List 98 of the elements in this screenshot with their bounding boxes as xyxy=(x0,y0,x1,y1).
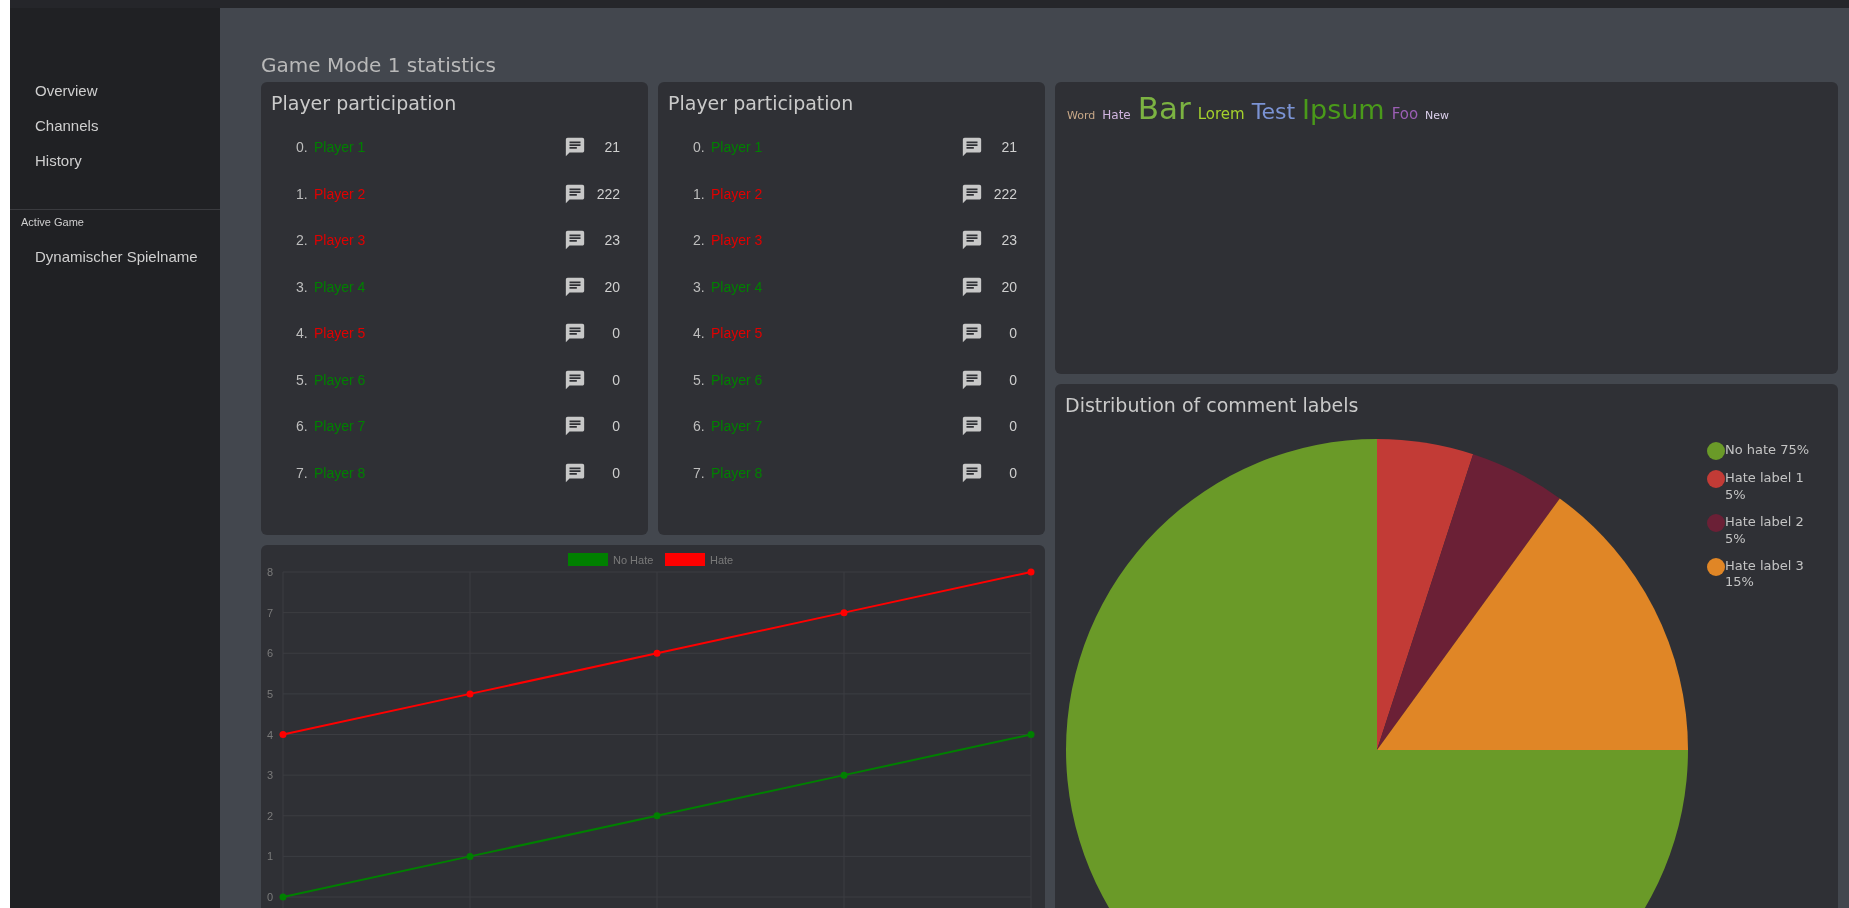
cloud-word: Lorem xyxy=(1197,105,1245,123)
player-name: Player 1 xyxy=(314,139,367,156)
cloud-word: New xyxy=(1425,109,1450,122)
player-index: 0. xyxy=(693,139,706,156)
player-name: Player 4 xyxy=(711,278,764,295)
axis-tick-label: 3 xyxy=(266,769,273,782)
chat-icon xyxy=(564,461,586,484)
message-count: 0 xyxy=(611,371,621,388)
player-name: Player 2 xyxy=(314,185,367,202)
message-count: 20 xyxy=(603,278,621,295)
axis-tick-label: 8 xyxy=(266,566,273,578)
chat-icon xyxy=(961,368,983,391)
data-point xyxy=(653,812,661,820)
player-index: 6. xyxy=(296,418,309,435)
chat-icon xyxy=(961,461,983,484)
axis-tick-label: 0 xyxy=(266,891,273,903)
axis-tick-label: 2 xyxy=(266,809,273,822)
legend-label: Hate label 3 15% xyxy=(1725,557,1805,592)
player-name: Player 2 xyxy=(711,185,764,202)
page-title: Game Mode 1 statistics xyxy=(261,53,497,77)
data-point xyxy=(1027,731,1035,738)
cloud-word: Foo xyxy=(1391,105,1419,123)
data-point xyxy=(840,771,848,779)
data-point xyxy=(279,893,287,901)
nav-link[interactable]: History xyxy=(35,152,82,169)
player-index: 6. xyxy=(693,418,706,435)
cloud-word: Ipsum xyxy=(1302,94,1385,125)
message-count: 0 xyxy=(1008,371,1018,388)
axis-tick-label: 1 xyxy=(266,850,273,863)
data-point xyxy=(653,649,661,657)
legend-label: No hate 75% xyxy=(1725,442,1811,459)
message-count: 23 xyxy=(603,232,621,249)
player-index: 7. xyxy=(693,464,706,481)
chat-icon xyxy=(564,368,586,391)
axis-tick-label: 6 xyxy=(266,647,273,660)
chat-icon xyxy=(564,182,586,205)
message-count: 222 xyxy=(992,185,1018,202)
player-name: Player 7 xyxy=(711,418,764,435)
message-count: 0 xyxy=(1008,325,1018,342)
card-title: Distribution of comment labels xyxy=(1065,394,1360,416)
message-count: 23 xyxy=(1000,232,1018,249)
cloud-word: Test xyxy=(1251,99,1296,124)
section-title: Active Game xyxy=(21,216,85,228)
player-name: Player 5 xyxy=(314,325,367,342)
legend-label: Hate label 1 5% xyxy=(1725,470,1805,504)
chat-icon xyxy=(961,182,983,205)
player-index: 3. xyxy=(693,278,706,295)
legend-label: No Hate xyxy=(613,554,654,566)
player-name: Player 6 xyxy=(314,371,367,388)
data-point xyxy=(466,690,474,698)
message-count: 0 xyxy=(1008,464,1018,481)
message-count: 20 xyxy=(1000,278,1018,295)
player-name: Player 3 xyxy=(314,232,367,249)
nav-link[interactable]: Overview xyxy=(35,82,98,99)
data-point xyxy=(279,731,287,738)
message-count: 0 xyxy=(1008,418,1018,435)
player-name: Player 1 xyxy=(711,139,764,156)
message-count: 0 xyxy=(611,418,621,435)
player-index: 4. xyxy=(693,325,706,342)
data-point xyxy=(840,609,848,617)
card-title: Player participation xyxy=(271,92,458,114)
player-index: 4. xyxy=(296,325,309,342)
player-index: 0. xyxy=(296,139,309,156)
axis-tick-label: 4 xyxy=(266,728,273,741)
player-name: Player 3 xyxy=(711,232,764,249)
data-point xyxy=(1027,568,1035,576)
player-index: 1. xyxy=(693,185,706,202)
chat-icon xyxy=(564,275,586,298)
game-link[interactable]: Dynamischer Spielname xyxy=(35,248,198,265)
player-index: 2. xyxy=(693,232,706,249)
data-point xyxy=(466,852,474,860)
cloud-word: Hate xyxy=(1102,108,1131,122)
legend-label: Hate xyxy=(710,554,734,566)
player-name: Player 7 xyxy=(314,418,367,435)
player-name: Player 8 xyxy=(314,464,367,481)
player-name: Player 5 xyxy=(711,325,764,342)
player-name: Player 4 xyxy=(314,278,367,295)
legend-label: Hate label 2 5% xyxy=(1725,513,1805,548)
card-title: Player participation xyxy=(668,92,855,114)
axis-tick-label: 7 xyxy=(266,606,273,619)
chat-icon xyxy=(961,275,983,298)
player-name: Player 6 xyxy=(711,371,764,388)
cloud-word: Word xyxy=(1067,109,1096,122)
player-index: 5. xyxy=(693,371,706,388)
player-index: 5. xyxy=(296,371,309,388)
player-index: 7. xyxy=(296,464,309,481)
player-index: 1. xyxy=(296,185,309,202)
player-index: 2. xyxy=(296,232,309,249)
player-name: Player 8 xyxy=(711,464,764,481)
nav-link[interactable]: Channels xyxy=(35,117,99,134)
player-index: 3. xyxy=(296,278,309,295)
message-count: 0 xyxy=(611,325,621,342)
cloud-word: Bar xyxy=(1137,90,1191,126)
axis-tick-label: 5 xyxy=(266,687,273,700)
message-count: 21 xyxy=(1000,139,1018,156)
message-count: 0 xyxy=(611,464,621,481)
message-count: 222 xyxy=(595,185,621,202)
message-count: 21 xyxy=(603,139,621,156)
